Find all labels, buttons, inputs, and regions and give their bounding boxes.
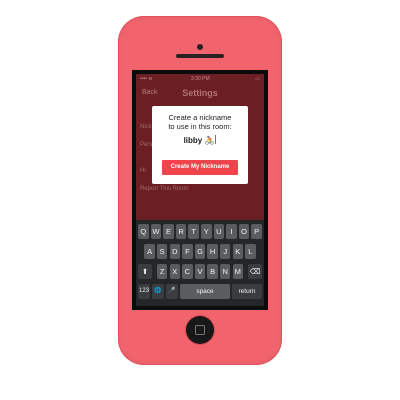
app-screen: •••• ≋ 3:30 PM ▭ Back Settings Nick Pers… [136,74,264,306]
key-u[interactable]: U [213,224,225,239]
key-d[interactable]: D [169,244,181,259]
return-key[interactable]: return [232,284,262,299]
speaker-icon [176,54,224,58]
key-t[interactable]: T [188,224,199,239]
create-nickname-button[interactable]: Create My Nickname [162,160,238,175]
key-a[interactable]: A [144,244,155,259]
carrier-signal: •••• ≋ [140,76,153,82]
numbers-key[interactable]: 123 [138,284,150,299]
key-e[interactable]: E [163,224,174,239]
key-q[interactable]: Q [138,224,149,239]
key-r[interactable]: R [175,224,187,239]
nickname-value: libby 🚴 [183,136,215,145]
list-item[interactable]: Pers [140,142,152,148]
key-l[interactable]: L [245,244,256,259]
text-cursor [215,135,217,144]
key-x[interactable]: X [169,264,181,279]
key-y[interactable]: Y [201,224,212,239]
battery-icon: ▭ [255,76,260,82]
status-time: 3:30 PM [191,76,210,82]
delete-icon[interactable]: ⌫ [248,264,262,279]
mic-icon[interactable]: 🎤 [166,284,178,299]
list-item[interactable]: Nick [140,124,152,130]
status-bar: •••• ≋ 3:30 PM ▭ [136,74,264,84]
key-p[interactable]: P [251,224,262,239]
navigation-bar: Back Settings [136,84,264,102]
key-c[interactable]: C [182,264,193,279]
key-b[interactable]: B [207,264,218,279]
page-title: Settings [182,88,218,98]
report-room-item[interactable]: Report This Room [140,186,189,192]
camera-icon [197,44,203,50]
key-s[interactable]: S [156,244,168,259]
key-o[interactable]: O [238,224,250,239]
dialog-prompt: Create a nickname to use in this room: [152,113,248,131]
key-k[interactable]: K [232,244,244,259]
key-j[interactable]: J [219,244,231,259]
space-key[interactable]: space [180,284,230,299]
key-n[interactable]: N [219,264,231,279]
keyboard: Q W E R T Y U I O P A S D F G H J K L ⬆ … [136,220,264,306]
dialog-prompt-line1: Create a nickname [168,113,232,122]
key-i[interactable]: I [226,224,237,239]
home-square-icon [195,325,205,335]
dialog-prompt-line2: to use in this room: [168,122,232,131]
key-w[interactable]: W [150,224,162,239]
shift-icon[interactable]: ⬆ [138,264,152,279]
key-g[interactable]: G [194,244,206,259]
key-f[interactable]: F [182,244,193,259]
nickname-input[interactable]: libby 🚴 [152,135,248,145]
key-m[interactable]: M [232,264,244,279]
nickname-dialog: Create a nickname to use in this room: l… [152,106,248,184]
key-z[interactable]: Z [156,264,168,279]
key-h[interactable]: H [207,244,218,259]
key-v[interactable]: V [194,264,206,279]
globe-icon[interactable]: 🌐 [152,284,164,299]
list-item[interactable]: Hi [140,168,146,174]
product-stage: •••• ≋ 3:30 PM ▭ Back Settings Nick Pers… [0,0,400,400]
